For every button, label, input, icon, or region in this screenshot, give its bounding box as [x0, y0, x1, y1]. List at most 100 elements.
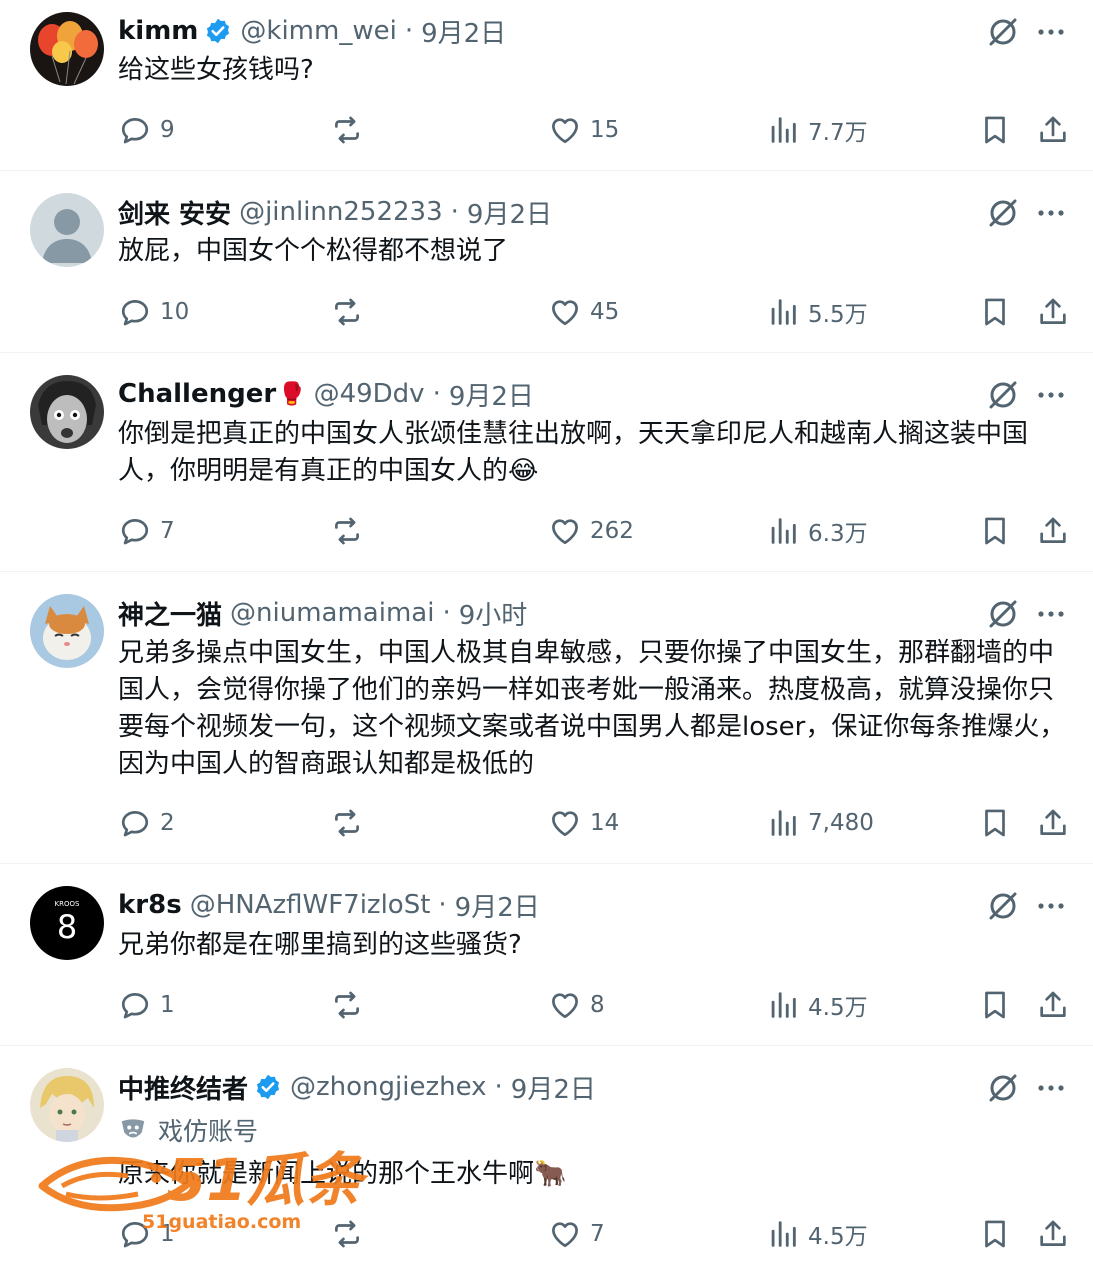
share-icon: [1040, 991, 1066, 1017]
avatar[interactable]: [30, 1068, 104, 1142]
reply-button[interactable]: 2: [118, 803, 175, 843]
retweet-button[interactable]: [330, 511, 372, 551]
grok-icon[interactable]: [985, 596, 1021, 632]
more-options-icon[interactable]: [1036, 596, 1066, 632]
like-button[interactable]: 14: [548, 803, 619, 843]
avatar[interactable]: [30, 12, 104, 86]
like-button[interactable]: 7: [548, 1214, 605, 1254]
retweet-button[interactable]: [330, 803, 372, 843]
views-icon: [771, 810, 796, 836]
share-button[interactable]: [1036, 803, 1078, 843]
views-button[interactable]: 6.3万: [766, 511, 868, 551]
tweet[interactable]: kimm @kimm_wei · 9月2日 给这些女孩钱吗? 9 15 7.7万: [0, 0, 1093, 171]
reply-button[interactable]: 7: [118, 511, 175, 551]
reply-button[interactable]: 1: [118, 985, 175, 1025]
more-options-icon[interactable]: [1036, 195, 1066, 231]
display-name[interactable]: 神之一猫: [118, 595, 222, 632]
share-button[interactable]: [1036, 110, 1078, 150]
more-options-icon[interactable]: [1036, 1070, 1066, 1106]
views-button[interactable]: 7,480: [766, 803, 874, 843]
timestamp[interactable]: 9月2日: [449, 376, 534, 413]
views-button[interactable]: 7.7万: [766, 110, 868, 150]
bookmark-button[interactable]: [978, 511, 1020, 551]
like-button[interactable]: 15: [548, 110, 619, 150]
bookmark-button[interactable]: [978, 803, 1020, 843]
reply-count: 10: [160, 299, 190, 325]
reply-button[interactable]: 10: [118, 292, 189, 332]
share-button[interactable]: [1036, 1214, 1078, 1254]
views-button[interactable]: 4.5万: [766, 1214, 868, 1254]
handle[interactable]: @zhongjiezhex: [290, 1072, 487, 1102]
display-name[interactable]: 剑来 安安: [118, 194, 231, 231]
share-icon: [1040, 517, 1066, 543]
like-button[interactable]: 45: [548, 292, 619, 332]
retweet-button[interactable]: [330, 985, 372, 1025]
reply-button[interactable]: 9: [118, 110, 175, 150]
avatar[interactable]: [30, 193, 104, 267]
handle[interactable]: @49Ddv: [314, 379, 425, 409]
handle[interactable]: @kimm_wei: [240, 16, 396, 46]
reply-icon: [121, 811, 149, 837]
bookmark-button[interactable]: [978, 110, 1020, 150]
display-name[interactable]: 中推终结者: [118, 1069, 248, 1106]
reply-count: 1: [160, 1221, 175, 1247]
more-options-icon[interactable]: [1036, 888, 1066, 924]
like-button[interactable]: 8: [548, 985, 605, 1025]
tweet[interactable]: 中推终结者 @zhongjiezhex · 9月2日 戏仿账号 原来你就是新闻上…: [0, 1046, 1093, 1280]
timestamp[interactable]: 9月2日: [421, 13, 506, 50]
timestamp[interactable]: 9月2日: [455, 887, 540, 924]
tweet[interactable]: 神之一猫 @niumamaimai · 9小时 兄弟多操点中国女生，中国人极其自…: [0, 572, 1093, 864]
action-bar: 7 262 6.3万: [118, 511, 1068, 551]
tweet-header: 中推终结者 @zhongjiezhex · 9月2日: [118, 1068, 596, 1106]
timestamp[interactable]: 9月2日: [511, 1069, 596, 1106]
retweet-button[interactable]: [330, 1214, 372, 1254]
grok-icon[interactable]: [985, 1070, 1021, 1106]
grok-icon[interactable]: [985, 377, 1021, 413]
tweet[interactable]: Challenger 🥊 @49Ddv · 9月2日 你倒是把真正的中国女人张颂…: [0, 353, 1093, 572]
timestamp[interactable]: 9月2日: [467, 194, 552, 231]
grok-icon[interactable]: [985, 14, 1021, 50]
tweet[interactable]: 剑来 安安 @jinlinn252233 · 9月2日 放屁，中国女个个松得都不…: [0, 171, 1093, 353]
avatar[interactable]: [30, 375, 104, 449]
handle[interactable]: @HNAzflWF7izloSt: [190, 890, 431, 920]
share-button[interactable]: [1036, 292, 1078, 332]
views-button[interactable]: 5.5万: [766, 292, 868, 332]
heart-icon: [552, 993, 578, 1019]
display-name[interactable]: kimm: [118, 16, 198, 46]
reply-icon: [121, 519, 149, 545]
tweet-text: 你倒是把真正的中国女人张颂佳慧往出放啊，天天拿印尼人和越南人搁这装中国人，你明明…: [118, 419, 1029, 486]
avatar[interactable]: [30, 594, 104, 668]
bookmark-button[interactable]: [978, 985, 1020, 1025]
more-options-icon[interactable]: [1036, 14, 1066, 50]
display-name[interactable]: Challenger: [118, 379, 276, 409]
reply-button[interactable]: 1: [118, 1214, 175, 1254]
timestamp[interactable]: 9小时: [459, 595, 528, 632]
action-bar: 10 45 5.5万: [118, 292, 1068, 332]
heart-icon: [552, 1222, 578, 1248]
handle[interactable]: @niumamaimai: [230, 598, 434, 628]
reply-icon: [121, 118, 149, 144]
views-count: 5.5万: [808, 302, 868, 328]
bookmark-button[interactable]: [978, 292, 1020, 332]
action-bar: 1 8 4.5万: [118, 985, 1068, 1025]
verified-badge-icon: [204, 17, 232, 45]
views-button[interactable]: 4.5万: [766, 985, 868, 1025]
retweet-button[interactable]: [330, 292, 372, 332]
like-button[interactable]: 262: [548, 511, 634, 551]
bookmark-button[interactable]: [978, 1214, 1020, 1254]
more-options-icon[interactable]: [1036, 377, 1066, 413]
heart-icon: [552, 811, 578, 837]
share-button[interactable]: [1036, 511, 1078, 551]
retweet-button[interactable]: [330, 110, 372, 150]
grok-icon[interactable]: [985, 195, 1021, 231]
share-button[interactable]: [1036, 985, 1078, 1025]
handle[interactable]: @jinlinn252233: [239, 197, 443, 227]
reply-icon: [121, 300, 149, 326]
like-count: 14: [590, 810, 620, 836]
tweet[interactable]: KROOS 8 kr8s @HNAzflWF7izloSt · 9月2日 兄弟你…: [0, 864, 1093, 1046]
display-name[interactable]: kr8s: [118, 890, 182, 920]
action-bar: 2 14 7,480: [118, 803, 1068, 843]
avatar[interactable]: KROOS 8: [30, 886, 104, 960]
grok-icon[interactable]: [985, 888, 1021, 924]
views-icon: [771, 992, 796, 1018]
